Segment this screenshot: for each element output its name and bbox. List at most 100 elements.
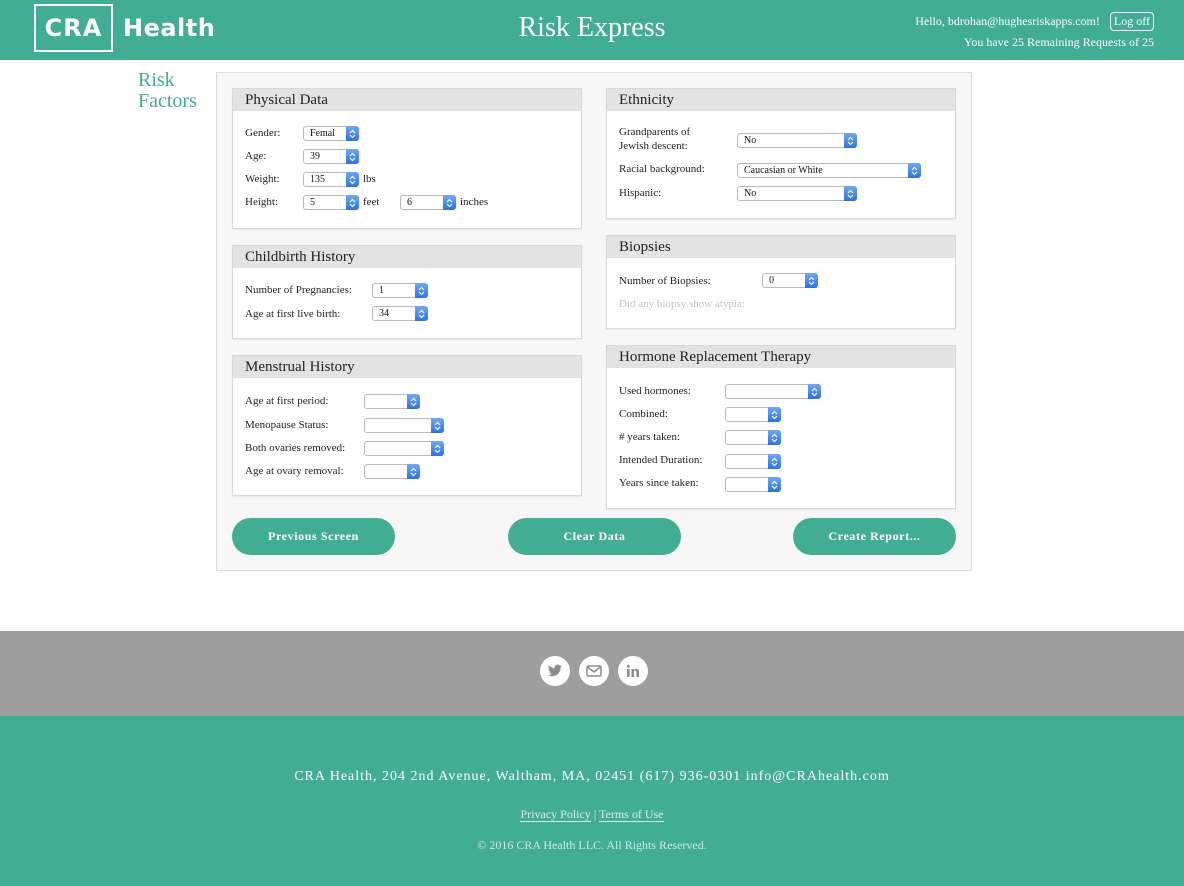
chevron-updown-icon (443, 195, 456, 210)
panel-title: Hormone Replacement Therapy (607, 346, 955, 368)
ovaries-removed-select[interactable] (364, 441, 444, 456)
gender-select[interactable]: Femal (303, 126, 359, 141)
remaining-requests: You have 25 Remaining Requests of 25 (963, 35, 1154, 49)
feet-unit: feet (363, 196, 380, 208)
combined-label: Combined: (619, 408, 668, 420)
jewish-descent-select[interactable]: No (737, 133, 857, 148)
twitter-icon[interactable] (540, 656, 570, 686)
chevron-updown-icon (768, 407, 781, 422)
age-value: 39 (310, 151, 320, 162)
age-select[interactable]: 39 (303, 149, 359, 164)
height-label: Height: (245, 196, 278, 208)
chevron-updown-icon (346, 126, 359, 141)
top-header: CRA Health Risk Express Hello, bdrohan@h… (0, 0, 1184, 60)
hispanic-select[interactable]: No (737, 186, 857, 201)
gender-value: Femal (310, 128, 335, 139)
pregnancies-value: 1 (379, 285, 384, 296)
company-address: CRA Health, 204 2nd Avenue, Waltham, MA,… (294, 769, 890, 784)
mail-icon[interactable] (579, 656, 609, 686)
weight-unit: lbs (363, 173, 376, 185)
ovaries-removed-label: Both ovaries removed: (245, 442, 346, 454)
greeting-text: Hello, bdrohan@hughesriskapps.com! (915, 14, 1100, 28)
pregnancies-select[interactable]: 1 (372, 283, 428, 298)
previous-screen-button[interactable]: Previous Screen (232, 518, 395, 555)
chevron-updown-icon (768, 477, 781, 492)
weight-label: Weight: (245, 173, 280, 185)
site-footer: CRA Health, 204 2nd Avenue, Waltham, MA,… (0, 716, 1184, 886)
chevron-updown-icon (415, 306, 428, 321)
intended-duration-select[interactable] (725, 454, 781, 469)
link-separator: | (593, 807, 597, 821)
ethnicity-panel: Ethnicity Grandparents of Jewish descent… (606, 88, 956, 219)
chevron-updown-icon (431, 441, 444, 456)
hispanic-label: Hispanic: (619, 187, 662, 199)
menstrual-panel: Menstrual History Age at first period: M… (232, 355, 582, 496)
social-footer (0, 631, 1184, 716)
height-inches-select[interactable]: 6 (400, 195, 456, 210)
first-period-select[interactable] (364, 394, 420, 409)
chevron-updown-icon (346, 195, 359, 210)
hispanic-value: No (744, 188, 757, 199)
physical-data-panel: Physical Data Gender: Femal Age: 39 Weig… (232, 88, 582, 229)
biopsies-number-label: Number of Biopsies: (619, 275, 711, 287)
jewish-descent-value: No (744, 135, 757, 146)
chevron-updown-icon (844, 186, 857, 201)
height-feet-select[interactable]: 5 (303, 195, 359, 210)
linkedin-icon[interactable] (618, 656, 648, 686)
chevron-updown-icon (768, 454, 781, 469)
height-feet-value: 5 (310, 197, 315, 208)
chevron-updown-icon (407, 464, 420, 479)
menopause-select[interactable] (364, 418, 444, 433)
chevron-updown-icon (768, 430, 781, 445)
chevron-updown-icon (808, 384, 821, 399)
pregnancies-label: Number of Pregnancies: (245, 284, 352, 296)
panel-title: Childbirth History (233, 246, 581, 268)
logoff-button[interactable]: Log off (1109, 12, 1154, 31)
racial-background-value: Caucasian or White (744, 165, 823, 176)
jewish-label-line2: Jewish descent: (619, 140, 688, 152)
years-taken-label: # years taken: (619, 431, 681, 443)
first-birth-value: 34 (379, 308, 389, 319)
chevron-updown-icon (908, 163, 921, 178)
used-hormones-label: Used hormones: (619, 385, 691, 397)
first-birth-label: Age at first live birth: (245, 308, 341, 320)
chevron-updown-icon (407, 394, 420, 409)
menopause-label: Menopause Status: (245, 419, 329, 431)
user-area: Hello, bdrohan@hughesriskapps.com! Log o… (915, 12, 1154, 50)
create-report-button[interactable]: Create Report... (793, 518, 956, 555)
hrt-panel: Hormone Replacement Therapy Used hormone… (606, 345, 956, 509)
chevron-updown-icon (415, 283, 428, 298)
page-title-line2: Factors (138, 90, 197, 112)
jewish-label-line1: Grandparents of (619, 126, 691, 138)
weight-value: 135 (310, 174, 325, 185)
chevron-updown-icon (346, 172, 359, 187)
weight-select[interactable]: 135 (303, 172, 359, 187)
privacy-policy-link[interactable]: Privacy Policy (520, 807, 591, 822)
biopsies-number-select[interactable]: 0 (762, 273, 818, 288)
age-label: Age: (245, 150, 267, 162)
panel-title: Ethnicity (607, 89, 955, 111)
panel-title: Menstrual History (233, 356, 581, 378)
biopsies-number-value: 0 (769, 275, 774, 286)
panel-title: Physical Data (233, 89, 581, 111)
years-taken-select[interactable] (725, 430, 781, 445)
terms-of-use-link[interactable]: Terms of Use (599, 807, 664, 822)
first-birth-select[interactable]: 34 (372, 306, 428, 321)
biopsies-panel: Biopsies Number of Biopsies: 0 Did any b… (606, 235, 956, 329)
clear-data-button[interactable]: Clear Data (508, 518, 681, 555)
chevron-updown-icon (346, 149, 359, 164)
used-hormones-select[interactable] (725, 384, 821, 399)
intended-duration-label: Intended Duration: (619, 454, 703, 466)
racial-label: Racial background: (619, 163, 705, 175)
copyright: © 2016 CRA Health LLC. All Rights Reserv… (477, 838, 707, 852)
chevron-updown-icon (431, 418, 444, 433)
years-since-select[interactable] (725, 477, 781, 492)
risk-factors-form: Physical Data Gender: Femal Age: 39 Weig… (216, 72, 972, 571)
inches-unit: inches (460, 196, 489, 208)
chevron-updown-icon (805, 273, 818, 288)
childbirth-panel: Childbirth History Number of Pregnancies… (232, 245, 582, 339)
ovary-removal-age-select[interactable] (364, 464, 420, 479)
racial-background-select[interactable]: Caucasian or White (737, 163, 921, 178)
page-title: Risk Factors (138, 70, 197, 112)
combined-select[interactable] (725, 407, 781, 422)
